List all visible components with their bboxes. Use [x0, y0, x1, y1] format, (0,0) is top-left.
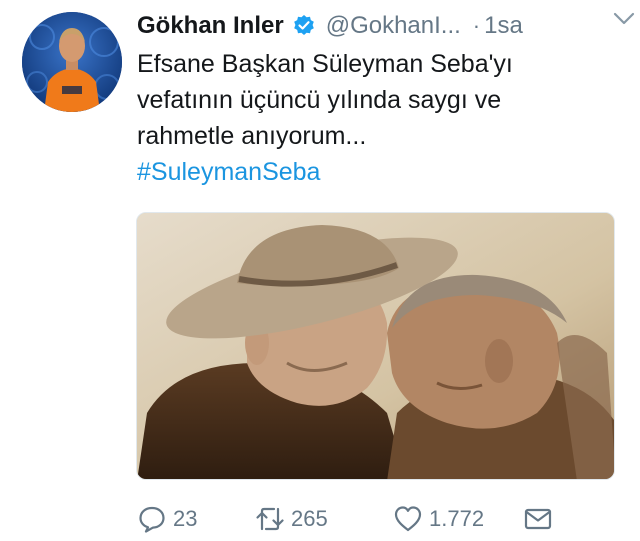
chevron-down-icon[interactable] [612, 8, 636, 30]
tweet-header: Gökhan Inler @GokhanI... · 1sa [137, 8, 627, 44]
tweet-text-line-3: rahmetle anıyorum... [137, 122, 367, 150]
reply-count: 23 [173, 506, 198, 531]
tweet-actions: 23 265 1.772 [137, 500, 617, 540]
separator-dot: · [472, 13, 481, 38]
tweet-photo[interactable] [136, 212, 615, 480]
direct-message-button[interactable] [523, 504, 553, 534]
verified-badge-icon [292, 14, 316, 38]
reply-icon [139, 506, 165, 533]
envelope-icon [524, 508, 552, 530]
display-name[interactable]: Gökhan Inler [137, 12, 284, 40]
tweet-text: Efsane Başkan Süleyman Seba'yı vefatının… [137, 46, 607, 190]
avatar[interactable] [22, 12, 122, 112]
tweet-text-line-2: vefatının üçüncü yılında saygı ve [137, 86, 502, 114]
retweet-icon [256, 507, 284, 531]
retweet-count: 265 [291, 506, 328, 531]
timestamp[interactable]: 1sa [484, 12, 523, 40]
user-handle[interactable]: @GokhanI... [326, 12, 461, 40]
tweet-text-line-1: Efsane Başkan Süleyman Seba'yı [137, 50, 513, 78]
like-button[interactable]: 1.772 [393, 504, 484, 534]
heart-icon [394, 506, 422, 532]
retweet-button[interactable]: 265 [255, 504, 328, 534]
reply-button[interactable]: 23 [137, 504, 197, 534]
like-count: 1.772 [429, 506, 485, 531]
hashtag-link[interactable]: #SuleymanSeba [137, 154, 607, 190]
